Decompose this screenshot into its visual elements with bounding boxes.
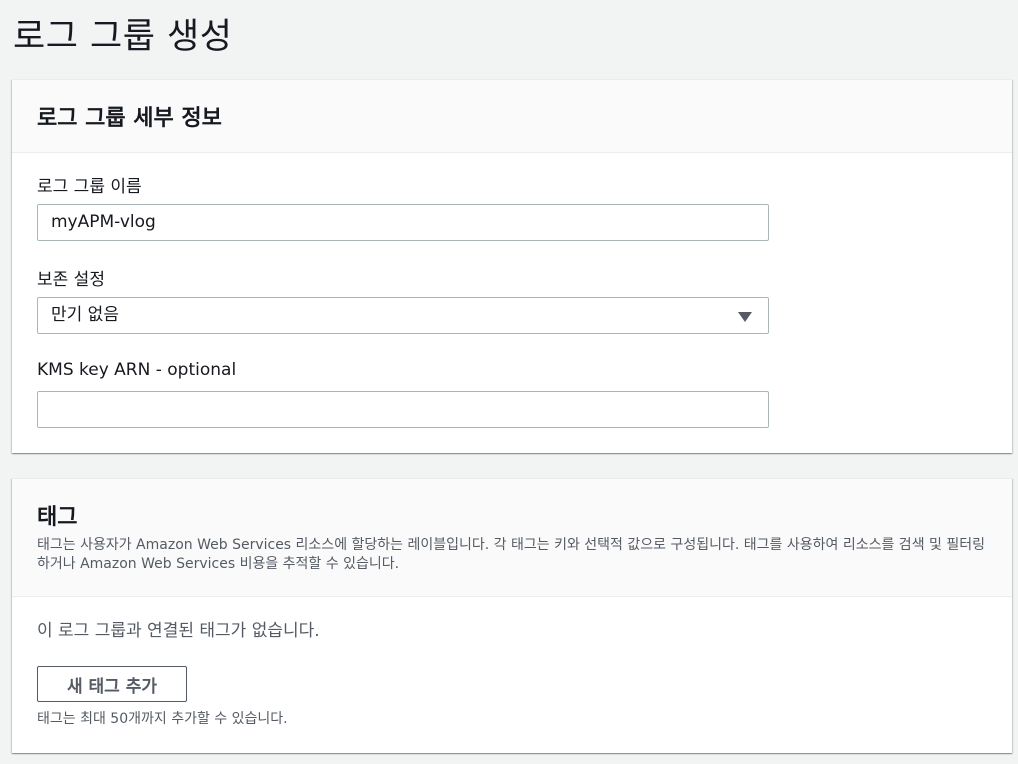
- retention-select[interactable]: 만기 없음: [37, 297, 769, 334]
- details-panel-title: 로그 그룹 세부 정보: [37, 106, 222, 131]
- tags-limit-hint: 태그는 최대 50개까지 추가할 수 있습니다.: [37, 711, 288, 727]
- page-title: 로그 그룹 생성: [13, 17, 233, 57]
- add-tag-button[interactable]: 새 태그 추가: [37, 666, 187, 702]
- tags-panel-header: 태그 태그는 사용자가 Amazon Web Services 리소스에 할당하…: [12, 479, 1012, 597]
- kms-key-label: KMS key ARN - optional: [37, 360, 237, 380]
- log-group-name-input[interactable]: [37, 204, 769, 241]
- log-group-name-label: 로그 그룹 이름: [37, 177, 142, 197]
- tags-panel-title: 태그: [37, 505, 78, 530]
- tags-panel-description: 태그는 사용자가 Amazon Web Services 리소스에 할당하는 레…: [37, 537, 985, 572]
- log-group-details-panel: 로그 그룹 세부 정보 로그 그룹 이름 보존 설정 만기 없음 KMS key…: [12, 79, 1012, 453]
- tags-panel: 태그 태그는 사용자가 Amazon Web Services 리소스에 할당하…: [12, 478, 1012, 753]
- kms-key-input[interactable]: [37, 391, 769, 428]
- caret-down-icon: [738, 312, 752, 322]
- retention-selected-value: 만기 없음: [51, 305, 119, 325]
- retention-label: 보존 설정: [37, 270, 105, 290]
- details-panel-header: 로그 그룹 세부 정보: [12, 80, 1012, 153]
- no-tags-message: 이 로그 그룹과 연결된 태그가 없습니다.: [37, 621, 320, 641]
